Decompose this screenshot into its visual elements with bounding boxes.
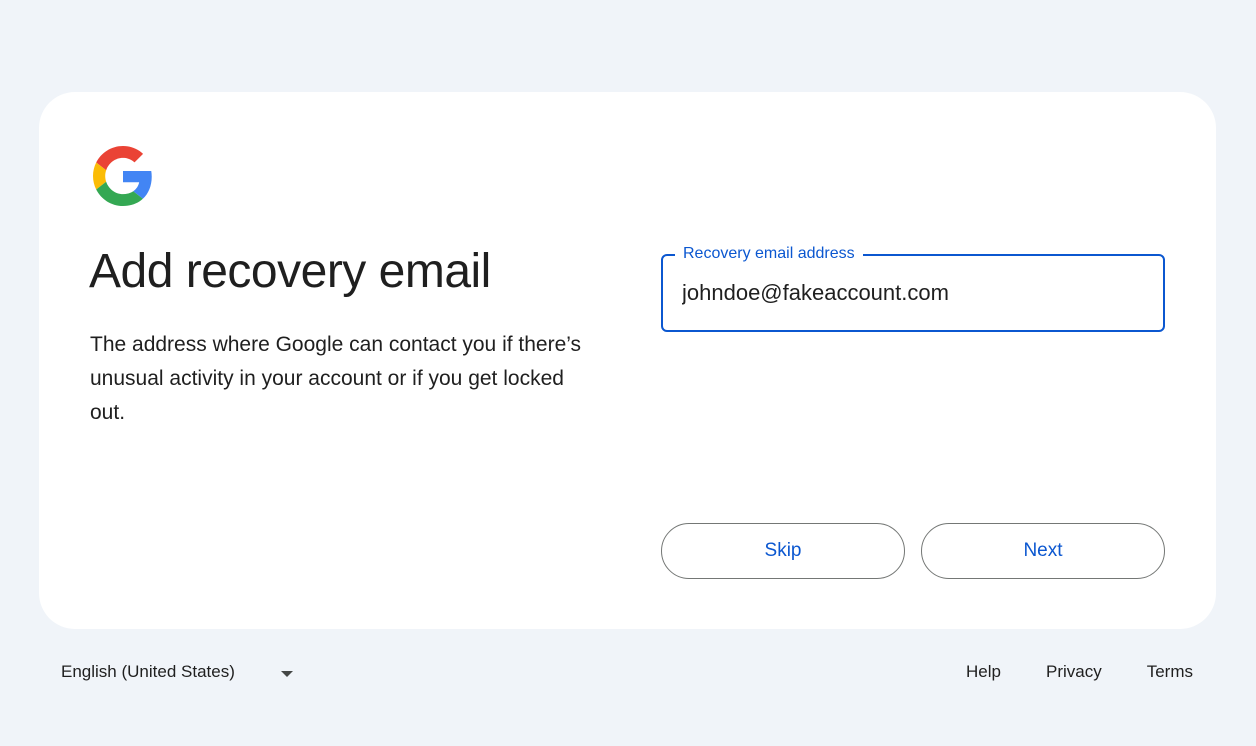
recovery-email-label: Recovery email address (675, 244, 863, 264)
next-button[interactable]: Next (921, 523, 1165, 579)
footer-links: Help Privacy Terms (921, 662, 1193, 682)
page-title: Add recovery email (89, 245, 491, 298)
help-link[interactable]: Help (966, 662, 1001, 682)
language-selector[interactable]: English (United States) (61, 662, 311, 688)
page-description: The address where Google can contact you… (90, 333, 582, 424)
terms-link[interactable]: Terms (1147, 662, 1193, 682)
privacy-link[interactable]: Privacy (1046, 662, 1102, 682)
language-label: English (United States) (61, 662, 235, 681)
footer: English (United States) Help Privacy Ter… (0, 650, 1256, 698)
google-logo-icon (93, 146, 152, 206)
recovery-email-field[interactable]: Recovery email address (661, 244, 1165, 332)
skip-button[interactable]: Skip (661, 523, 905, 579)
recovery-email-input[interactable] (682, 276, 1142, 310)
caret-down-icon (281, 671, 293, 677)
recovery-email-card: Add recovery email The address where Goo… (39, 92, 1216, 629)
